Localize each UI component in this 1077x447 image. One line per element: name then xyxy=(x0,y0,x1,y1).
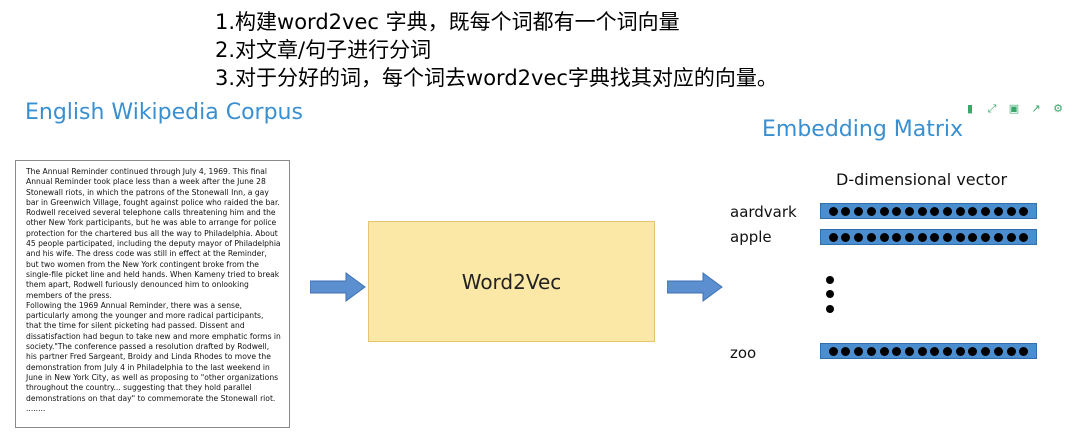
vector-component-dot xyxy=(981,346,991,356)
expand-icon[interactable]: ⤢ xyxy=(985,102,999,116)
vector-component-dot xyxy=(892,232,902,242)
vector-component-dot xyxy=(981,206,991,216)
vector-component-dot xyxy=(854,206,864,216)
vector-aardvark xyxy=(820,203,1037,219)
vector-component-dot xyxy=(904,346,914,356)
vector-component-dot xyxy=(866,346,876,356)
word2vec-model-box: Word2Vec xyxy=(368,221,655,342)
word-zoo: zoo xyxy=(730,344,757,362)
word-aardvark: aardvark xyxy=(730,203,797,221)
vector-component-dot xyxy=(955,346,965,356)
word-apple: apple xyxy=(730,228,772,246)
corpus-title: English Wikipedia Corpus xyxy=(25,100,303,125)
vector-component-dot xyxy=(879,232,889,242)
vector-component-dot xyxy=(854,346,864,356)
vector-component-dot xyxy=(892,206,902,216)
arrow-to-model-icon xyxy=(310,272,366,302)
vector-component-dot xyxy=(1019,232,1029,242)
vector-component-dot xyxy=(841,232,851,242)
vector-component-dot xyxy=(943,346,953,356)
embedding-title: Embedding Matrix xyxy=(762,117,964,142)
vector-component-dot xyxy=(943,206,953,216)
vector-component-dot xyxy=(968,232,978,242)
vector-component-dot xyxy=(1019,346,1029,356)
vector-component-dot xyxy=(968,206,978,216)
vector-component-dot xyxy=(841,206,851,216)
save-icon[interactable]: ▣ xyxy=(1007,102,1021,116)
vector-component-dot xyxy=(981,232,991,242)
vector-component-dot xyxy=(993,346,1003,356)
vector-component-dot xyxy=(879,346,889,356)
vector-component-dot xyxy=(1006,206,1016,216)
vector-component-dot xyxy=(866,206,876,216)
vector-apple xyxy=(820,229,1037,245)
arrow-to-matrix-icon xyxy=(667,272,723,302)
share-icon[interactable]: ↗ xyxy=(1029,102,1043,116)
vector-component-dot xyxy=(828,346,838,356)
vector-component-dot xyxy=(955,232,965,242)
vector-component-dot xyxy=(1006,346,1016,356)
vector-component-dot xyxy=(993,206,1003,216)
ellipsis-dot xyxy=(826,276,834,284)
step-3: 3.对于分好的词，每个词去word2vec字典找其对应的向量。 xyxy=(215,66,778,90)
vector-component-dot xyxy=(917,206,927,216)
vector-component-dot xyxy=(841,346,851,356)
vector-component-dot xyxy=(1019,206,1029,216)
vector-component-dot xyxy=(854,232,864,242)
step-1: 1.构建word2vec 字典，既每个词都有一个词向量 xyxy=(215,10,680,34)
vector-component-dot xyxy=(828,232,838,242)
dimension-label: D-dimensional vector xyxy=(836,170,1008,189)
ellipsis-dot xyxy=(826,305,834,313)
vector-component-dot xyxy=(917,232,927,242)
corpus-text-box: The Annual Reminder continued through Ju… xyxy=(15,160,290,428)
steps-list: 1.构建word2vec 字典，既每个词都有一个词向量 2.对文章/句子进行分词… xyxy=(215,8,778,92)
ellipsis-dot xyxy=(826,290,834,298)
corpus-paragraph-1: The Annual Reminder continued through Ju… xyxy=(26,167,281,300)
settings-icon[interactable]: ⚙ xyxy=(1051,102,1065,116)
vector-component-dot xyxy=(943,232,953,242)
vector-component-dot xyxy=(930,206,940,216)
word2vec-label: Word2Vec xyxy=(461,269,562,294)
vector-component-dot xyxy=(968,346,978,356)
vector-component-dot xyxy=(1006,232,1016,242)
slide-toolbar: ▮ ⤢ ▣ ↗ ⚙ xyxy=(963,102,1065,116)
vector-component-dot xyxy=(993,232,1003,242)
vector-component-dot xyxy=(892,346,902,356)
vector-component-dot xyxy=(879,206,889,216)
vector-component-dot xyxy=(904,232,914,242)
corpus-paragraph-2: Following the 1969 Annual Reminder, ther… xyxy=(26,300,281,413)
vector-component-dot xyxy=(930,346,940,356)
bookmark-icon[interactable]: ▮ xyxy=(963,102,977,116)
vector-component-dot xyxy=(930,232,940,242)
vector-component-dot xyxy=(828,206,838,216)
vector-component-dot xyxy=(955,206,965,216)
step-2: 2.对文章/句子进行分词 xyxy=(215,38,432,62)
vector-component-dot xyxy=(866,232,876,242)
vector-zoo xyxy=(820,343,1037,359)
vector-component-dot xyxy=(917,346,927,356)
vector-component-dot xyxy=(904,206,914,216)
